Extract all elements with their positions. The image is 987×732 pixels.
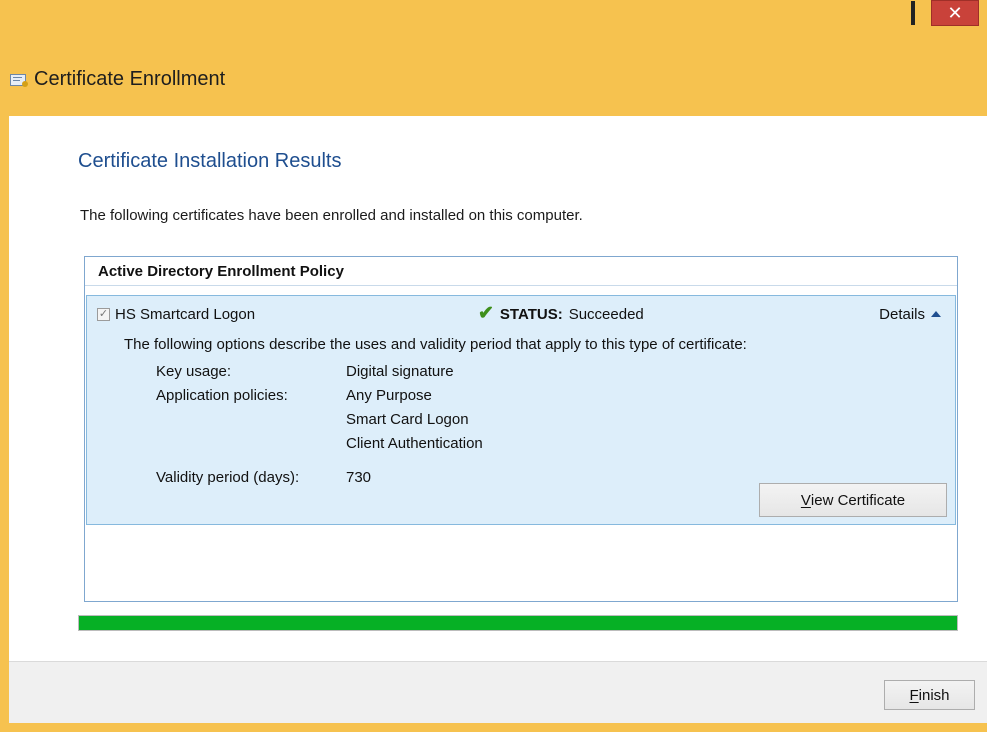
- intro-text: The following certificates have been enr…: [80, 207, 583, 224]
- finish-mnemonic: F: [909, 686, 919, 704]
- window-title: Certificate Enrollment: [34, 68, 226, 90]
- close-icon: ✕: [947, 2, 963, 24]
- validity-row: Validity period (days): 730: [156, 466, 483, 490]
- certificate-details: Key usage: Digital signature Application…: [156, 360, 483, 490]
- content-area: Certificate Installation Results The fol…: [9, 116, 987, 661]
- maximize-icon: [911, 0, 915, 25]
- key-usage-label: Key usage:: [156, 363, 232, 380]
- footer: Finish: [9, 661, 987, 723]
- status-value: Succeeded: [568, 305, 644, 323]
- policy-header: Active Directory Enrollment Policy: [85, 257, 957, 286]
- certificate-icon: [10, 73, 28, 87]
- key-usage-row: Key usage: Digital signature: [156, 360, 483, 384]
- status-area: ✔ STATUS: Succeeded: [478, 303, 644, 325]
- details-label: Details: [879, 305, 925, 323]
- page-title: Certificate Installation Results: [78, 150, 342, 172]
- certificate-row: ✓ HS Smartcard Logon ✔ STATUS: Succeeded…: [97, 303, 947, 325]
- view-certificate-label: iew Certificate: [810, 491, 906, 509]
- success-check-icon: ✔: [478, 302, 494, 324]
- certificate-enrollment-window: ✕ Certificate Enrollment Certificate Ins…: [0, 0, 987, 732]
- key-usage-value: Digital signature: [346, 363, 454, 380]
- certificate-name: HS Smartcard Logon: [115, 305, 256, 323]
- details-toggle[interactable]: Details: [879, 303, 941, 325]
- application-policy-value: Client Authentication: [346, 435, 483, 452]
- chevron-up-icon: [931, 310, 941, 317]
- certificate-description: The following options describe the uses …: [124, 336, 747, 353]
- application-policy-value: Any Purpose: [346, 387, 432, 404]
- finish-label: inish: [918, 686, 950, 704]
- validity-label: Validity period (days):: [156, 469, 300, 486]
- window-heading: Certificate Enrollment: [10, 68, 225, 91]
- finish-button[interactable]: Finish: [884, 680, 975, 710]
- minimize-button[interactable]: [859, 0, 895, 26]
- certificate-checkbox[interactable]: ✓: [97, 307, 110, 321]
- application-policies-label: Application policies:: [156, 387, 288, 404]
- progress-fill: [79, 616, 957, 630]
- close-button[interactable]: ✕: [931, 0, 979, 26]
- enrollment-policy-box: Active Directory Enrollment Policy ✓ HS …: [84, 256, 958, 602]
- progress-bar: [78, 615, 958, 631]
- maximize-button[interactable]: [895, 0, 931, 26]
- certificate-item: ✓ HS Smartcard Logon ✔ STATUS: Succeeded…: [86, 295, 956, 525]
- status-label: STATUS:: [499, 305, 563, 323]
- application-policies-row: Application policies: Any Purpose Smart …: [156, 384, 483, 456]
- validity-value: 730: [346, 469, 372, 486]
- application-policy-value: Smart Card Logon: [346, 411, 469, 428]
- view-certificate-button[interactable]: View Certificate: [759, 483, 947, 517]
- title-bar-controls: ✕: [859, 0, 979, 30]
- view-certificate-mnemonic: V: [800, 491, 811, 509]
